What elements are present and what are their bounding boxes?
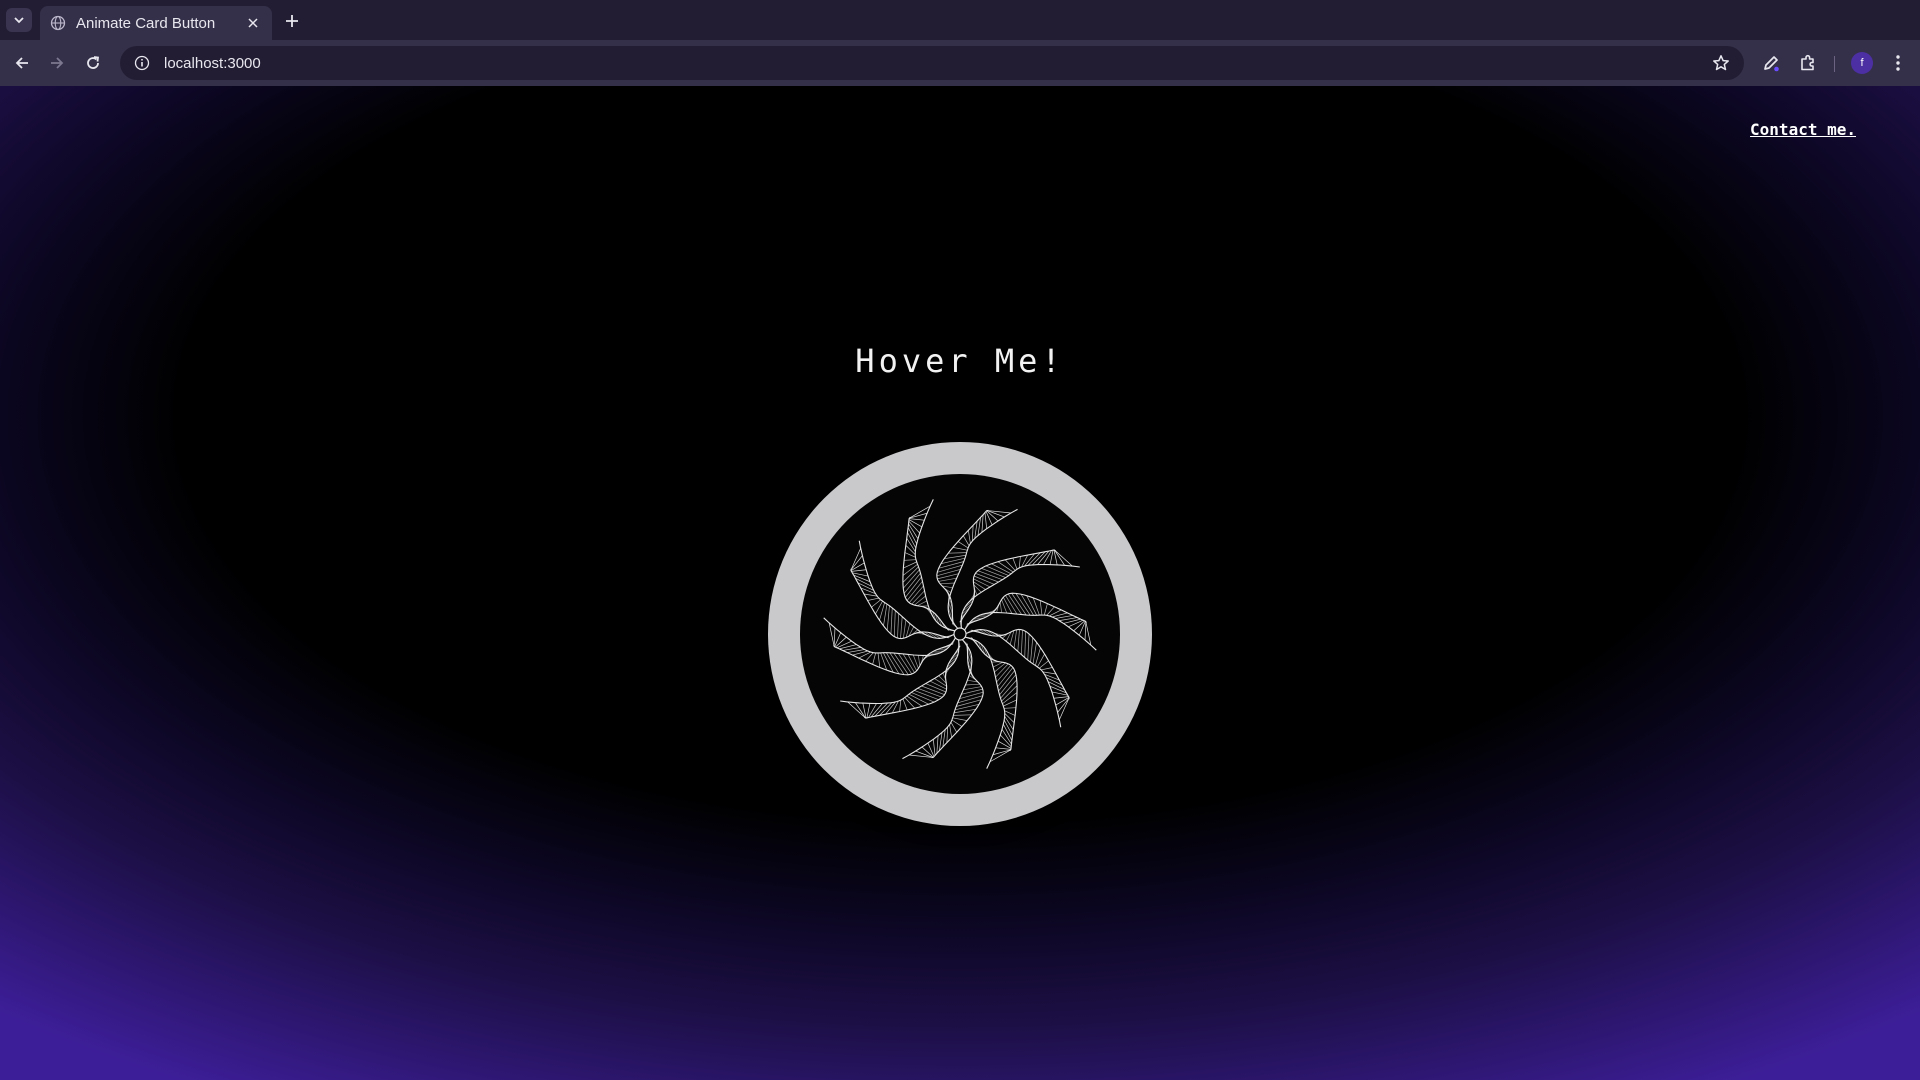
browser-tab-bar: Animate Card Button — [0, 0, 1920, 40]
reload-button[interactable] — [81, 51, 105, 75]
card-center — [800, 474, 1120, 794]
spiral-arm — [902, 639, 984, 760]
browser-toolbar: localhost:3000 f — [0, 40, 1920, 86]
tab-list-button[interactable] — [6, 8, 32, 32]
animated-card-button[interactable] — [768, 442, 1152, 826]
forward-button[interactable] — [45, 51, 69, 75]
info-icon[interactable] — [134, 55, 150, 71]
toolbar-separator — [1834, 56, 1835, 72]
spiral-pattern-graphic — [823, 499, 1097, 769]
page-title: Hover Me! — [855, 342, 1065, 380]
tab-title: Animate Card Button — [76, 14, 216, 32]
kebab-icon[interactable] — [1887, 52, 1909, 74]
new-tab-button[interactable] — [280, 9, 304, 33]
pen-icon[interactable] — [1760, 52, 1782, 74]
contact-link[interactable]: Contact me. — [1750, 120, 1856, 139]
star-icon[interactable] — [1712, 54, 1730, 72]
close-icon[interactable] — [244, 14, 262, 32]
spiral-arm — [850, 540, 955, 640]
back-button[interactable] — [10, 51, 34, 75]
arrow-left-icon — [15, 57, 28, 69]
puzzle-icon[interactable] — [1797, 52, 1819, 74]
chevron-down-icon — [14, 17, 24, 24]
avatar[interactable]: f — [1851, 52, 1873, 74]
url-text: localhost:3000 — [164, 54, 261, 72]
globe-icon — [50, 15, 66, 31]
address-bar[interactable]: localhost:3000 — [120, 46, 1744, 80]
page-viewport: Contact me. Hover Me! — [0, 86, 1920, 1080]
reload-icon — [87, 56, 100, 69]
spiral-arm — [936, 508, 1018, 629]
arrow-right-icon — [51, 57, 64, 69]
browser-tab[interactable]: Animate Card Button — [40, 6, 272, 40]
plus-icon — [286, 15, 298, 27]
spiral-core — [953, 627, 967, 641]
spiral-arm — [965, 628, 1070, 728]
